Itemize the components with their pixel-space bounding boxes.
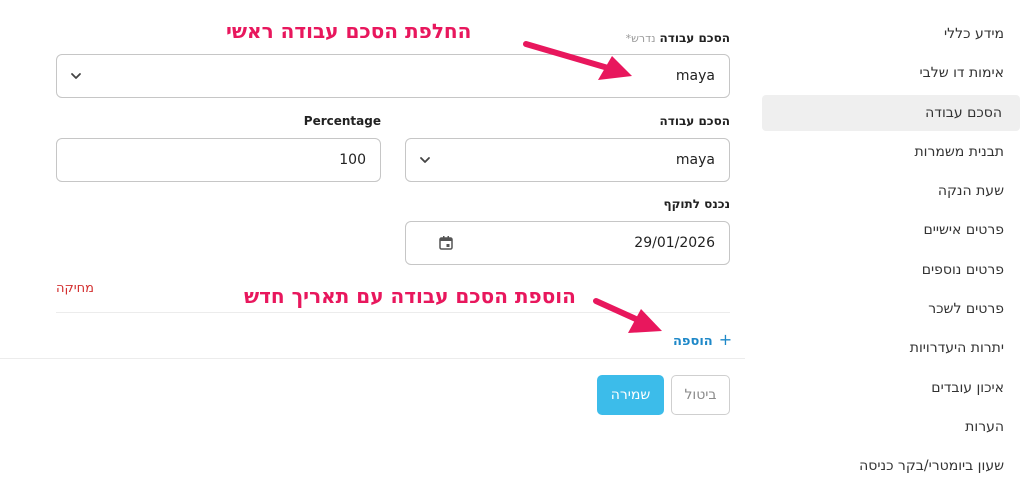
effective-date-value: 29/01/2026 (634, 235, 715, 251)
calendar-icon[interactable] (438, 235, 454, 251)
sidebar-item-absence-balances[interactable]: יתרות היעדרויות (762, 330, 1024, 366)
annotation-bottom: הוספת הסכם עבודה עם תאריך חדש (244, 284, 576, 308)
cancel-button[interactable]: ביטול (671, 375, 730, 415)
percentage-value: 100 (339, 152, 366, 168)
annotation-arrow-bottom-icon (593, 298, 662, 333)
row-divider (56, 312, 730, 313)
agreement-value: maya (675, 152, 715, 168)
sidebar-item-label: אימות דו שלבי (919, 65, 1004, 82)
delete-link[interactable]: מחיקה (56, 281, 94, 296)
sidebar-item-label: מידע כללי (944, 26, 1004, 42)
sidebar-item-label: הסכם עבודה (925, 104, 1002, 121)
agreement-label: הסכם עבודה (659, 114, 730, 128)
sidebar-item-salary-details[interactable]: פרטים לשכר (762, 291, 1024, 327)
sidebar-item-label: שעת הנקה (937, 183, 1004, 200)
sidebar-item-notes[interactable]: הערות (762, 409, 1024, 445)
required-hint: נדרש* (625, 32, 656, 45)
sidebar-item-shift-template[interactable]: תבנית משמרות (762, 134, 1024, 170)
add-agreement-link[interactable]: + הוספה (673, 330, 732, 349)
effective-date-input[interactable]: 29/01/2026 (405, 221, 730, 265)
sidebar-item-nursing-hour[interactable]: שעת הנקה (762, 173, 1024, 209)
sidebar-item-personal-details[interactable]: פרטים אישיים (762, 212, 1024, 248)
sidebar-item-two-factor[interactable]: אימות דו שלבי (762, 55, 1024, 91)
agreement-select[interactable]: maya (405, 138, 730, 182)
sidebar-item-label: פרטים אישיים (923, 222, 1004, 239)
sidebar-item-label: פרטים לשכר (928, 301, 1004, 318)
sidebar: מידע כללי אימות דו שלבי הסכם עבודה תבנית… (762, 16, 1024, 488)
sidebar-item-biometric-clock[interactable]: שעון ביומטרי/בקר כניסה (762, 448, 1024, 484)
sidebar-item-label: יתרות היעדרויות (909, 340, 1004, 357)
add-agreement-label: הוספה (673, 334, 713, 349)
main-agreement-label-text: הסכם עבודה (659, 31, 730, 45)
sidebar-item-label: הערות (965, 418, 1004, 435)
section-divider (0, 358, 745, 359)
sidebar-item-label: איכון עובדים (931, 379, 1004, 396)
percentage-input[interactable]: 100 (56, 138, 381, 182)
annotation-top: החלפת הסכם עבודה ראשי (226, 19, 472, 43)
sidebar-item-label: תבנית משמרות (914, 143, 1004, 160)
sidebar-item-general-info[interactable]: מידע כללי (762, 16, 1024, 52)
effective-date-label: נכנס לתוקף (663, 197, 730, 211)
main-agreement-label: הסכם עבודהנדרש* (626, 31, 730, 45)
chevron-down-icon (71, 73, 81, 79)
save-button[interactable]: שמירה (597, 375, 664, 415)
main-agreement-value: maya (675, 68, 715, 84)
sidebar-item-work-agreement[interactable]: הסכם עבודה (762, 94, 1020, 131)
plus-icon: + (718, 330, 733, 349)
percentage-label: Percentage (303, 114, 381, 128)
sidebar-item-employee-location[interactable]: איכון עובדים (762, 370, 1024, 406)
sidebar-item-additional-details[interactable]: פרטים נוספים (762, 252, 1024, 288)
main-agreement-select[interactable]: maya (56, 54, 730, 98)
chevron-down-icon (420, 157, 430, 163)
sidebar-item-label: שעון ביומטרי/בקר כניסה (859, 458, 1004, 475)
sidebar-item-label: פרטים נוספים (921, 261, 1004, 278)
